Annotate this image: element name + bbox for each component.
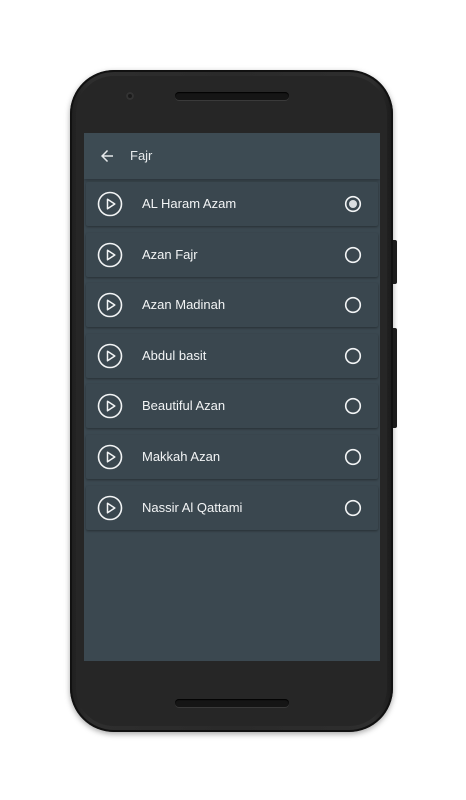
page-title: Fajr (130, 148, 153, 163)
play-circle-icon[interactable] (97, 242, 123, 268)
list-item-nassir-al-qattami[interactable]: Nassir Al Qattami (86, 485, 378, 530)
app-toolbar: Fajr (84, 133, 380, 179)
app-screen: Fajr AL Haram Azam Azan Fajr Azan Madinah A… (84, 133, 380, 661)
power-button (393, 240, 397, 284)
front-camera (126, 92, 134, 100)
list-item-label: Makkah Azan (142, 449, 221, 464)
play-circle-icon[interactable] (97, 495, 123, 521)
list-item-al-haram-azam[interactable]: AL Haram Azam (86, 182, 378, 226)
device-frame-stage: Fajr AL Haram Azam Azan Fajr Azan Madinah A… (0, 0, 466, 800)
list-item-label: Abdul basit (142, 347, 207, 363)
list-item-label: Azan Fajr (142, 246, 198, 262)
play-circle-icon[interactable] (97, 191, 123, 217)
play-circle-icon[interactable] (97, 292, 123, 318)
list-item-azan-fajr[interactable]: Azan Fajr (86, 232, 378, 277)
radio-button[interactable] (344, 347, 362, 365)
play-circle-icon[interactable] (97, 393, 123, 419)
bottom-speaker (175, 699, 289, 707)
list-item-label: Azan Madinah (142, 297, 226, 313)
list-item-label: Beautiful Azan (142, 398, 226, 414)
top-speaker (175, 92, 289, 100)
radio-button[interactable] (344, 397, 362, 415)
list-item-azan-madinah[interactable]: Azan Madinah (86, 283, 378, 328)
list-item-label: Nassir Al Qattami (142, 499, 243, 515)
list-item-makkah-azan[interactable]: Makkah Azan (86, 435, 378, 479)
play-circle-icon[interactable] (97, 444, 123, 470)
list-item-beautiful-azan[interactable]: Beautiful Azan (86, 384, 378, 429)
list-item-abdul-basit[interactable]: Abdul basit (86, 333, 378, 378)
arrow-back-icon[interactable] (98, 147, 116, 165)
radio-button-selected[interactable] (344, 195, 362, 213)
list-item-label: AL Haram Azam (142, 196, 237, 211)
play-circle-icon[interactable] (97, 343, 123, 369)
volume-button (393, 328, 397, 428)
radio-button[interactable] (344, 296, 362, 314)
radio-button[interactable] (344, 499, 362, 517)
radio-button[interactable] (344, 246, 362, 264)
radio-button[interactable] (344, 448, 362, 466)
